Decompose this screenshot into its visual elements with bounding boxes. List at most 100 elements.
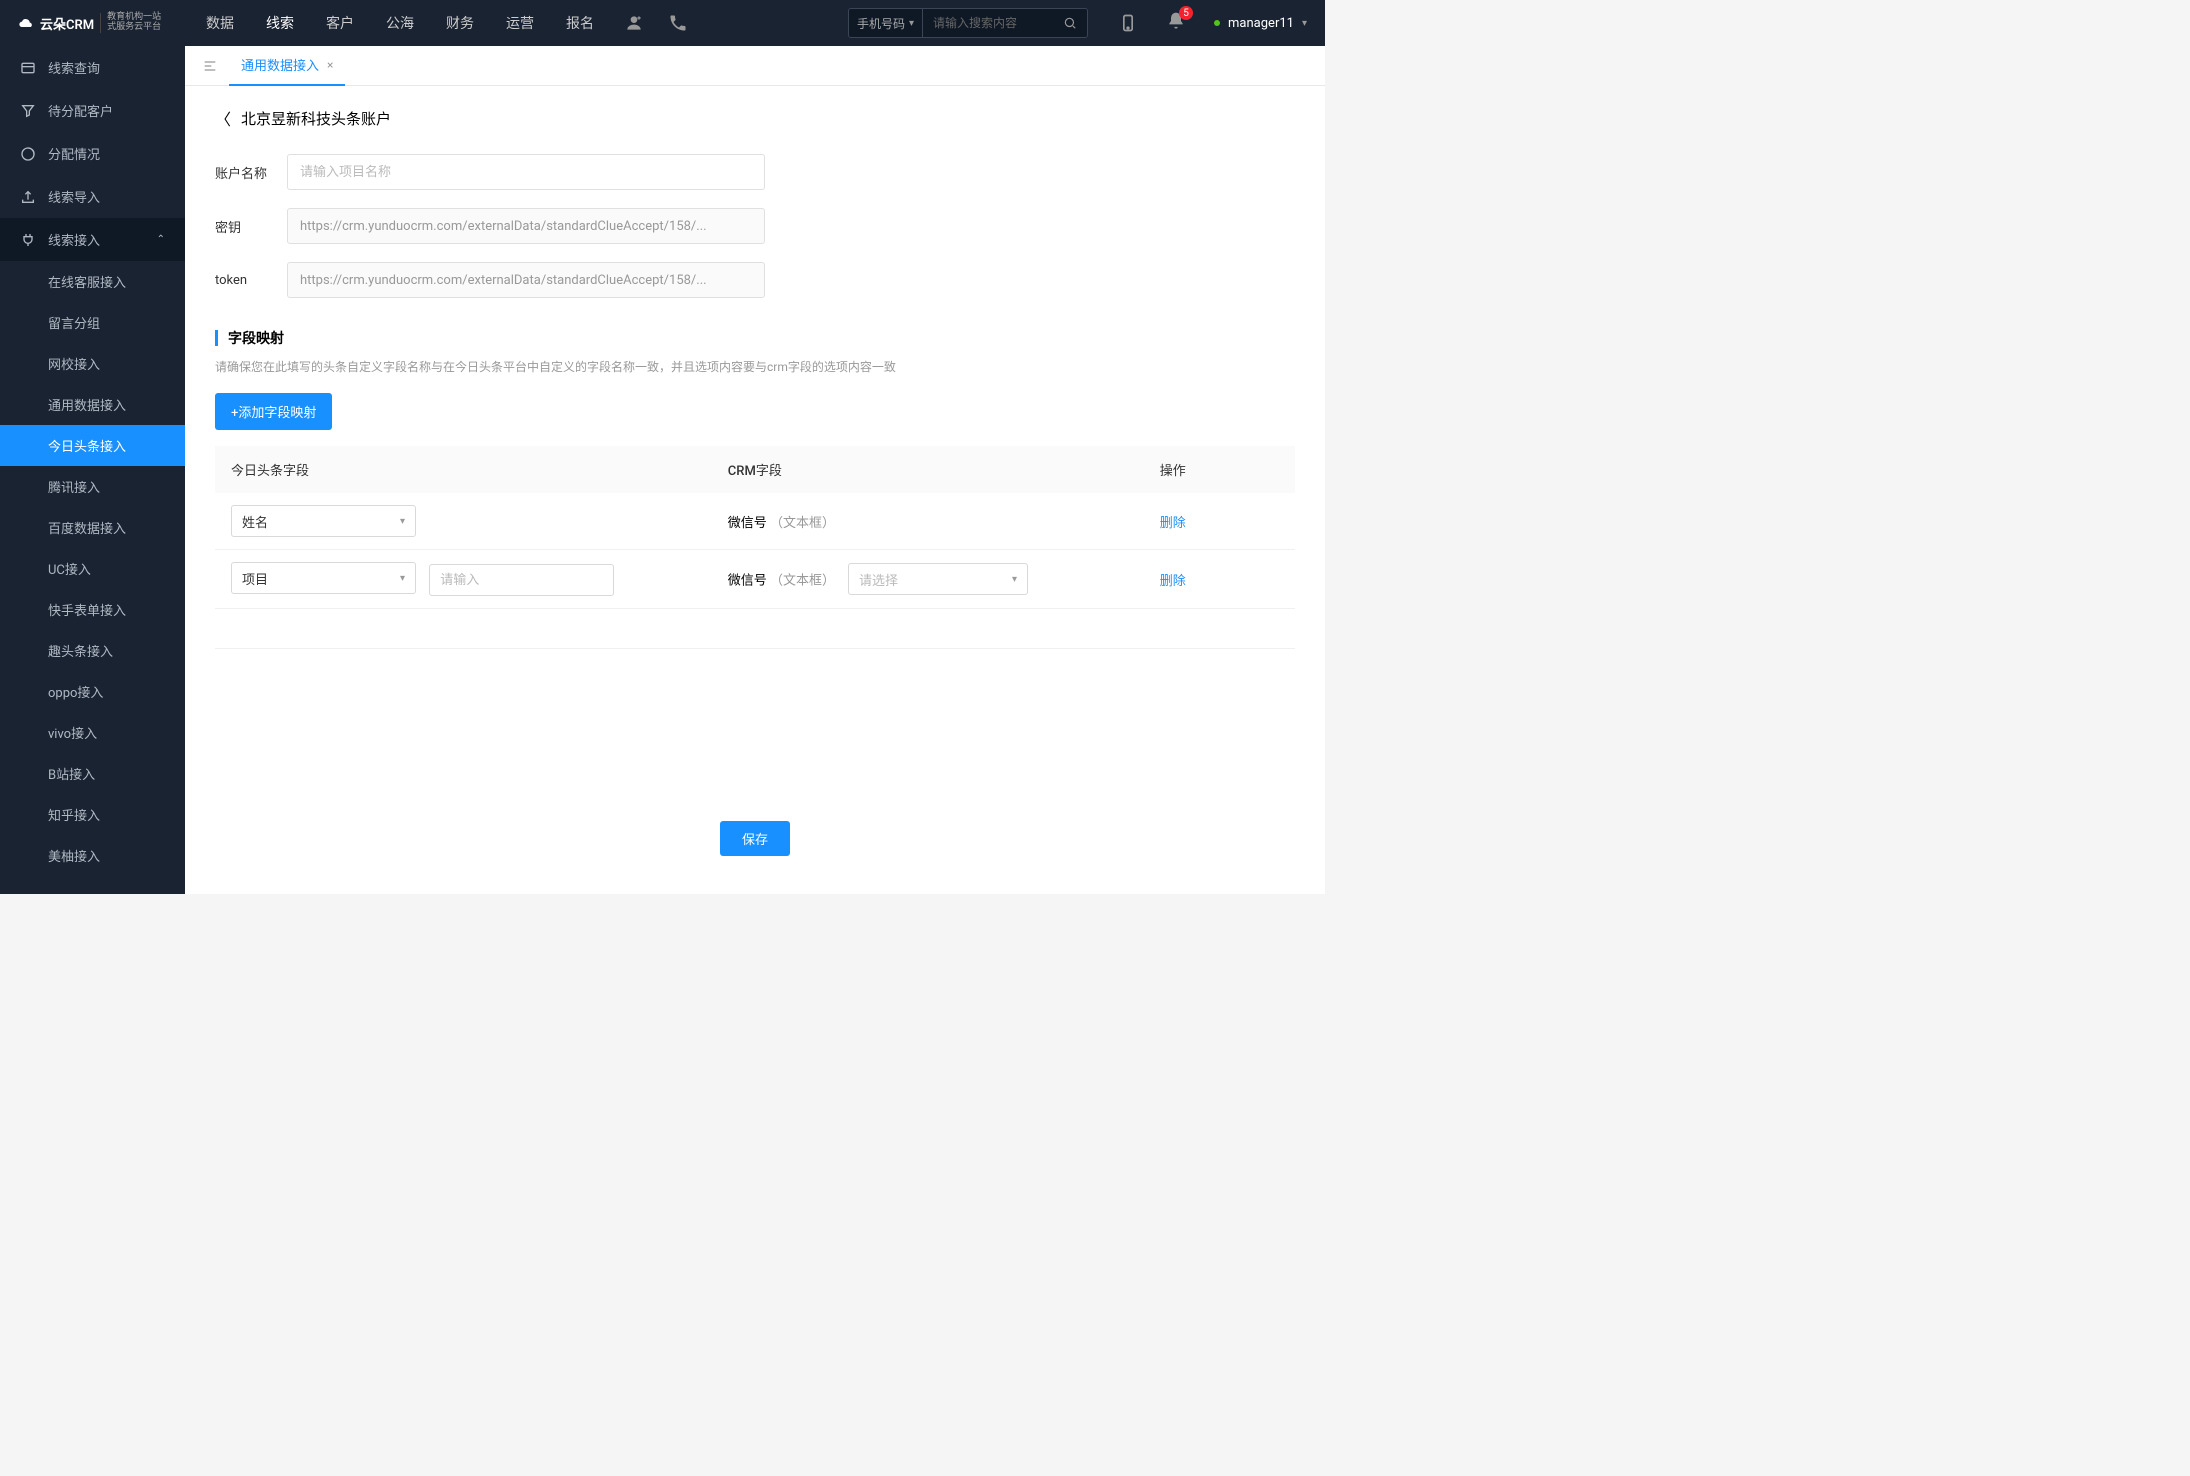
card-icon	[20, 60, 36, 76]
nav-enroll[interactable]: 报名	[566, 13, 594, 33]
tab-general-data[interactable]: 通用数据接入 ×	[229, 46, 345, 86]
search-button[interactable]	[1053, 9, 1087, 37]
export-icon	[20, 189, 36, 205]
crm-select-placeholder: 请选择	[859, 570, 898, 589]
secret-label: 密钥	[215, 217, 287, 236]
table-row: 项目 ▾ 微信号 （文本框） 请选择 ▾	[215, 550, 1295, 609]
chevron-down-icon: ▾	[909, 18, 914, 29]
username: manager11	[1228, 16, 1294, 31]
sidebar-sub-message[interactable]: 留言分组	[0, 302, 185, 343]
cloud-icon	[18, 15, 34, 31]
sidebar-item-distribution[interactable]: 分配情况	[0, 132, 185, 175]
section-title: 字段映射	[215, 328, 1295, 348]
save-button[interactable]: 保存	[720, 821, 790, 856]
crm-field-hint: （文本框）	[770, 574, 835, 589]
main: 通用数据接入 × 〈 北京昱新科技头条账户 账户名称 密钥 token	[185, 46, 1325, 894]
nav-data[interactable]: 数据	[206, 13, 234, 33]
logo: 云朵CRM 教育机构一站 式服务云平台	[18, 13, 186, 33]
search-type-select[interactable]: 手机号码 ▾	[849, 9, 923, 37]
col-crm: CRM字段	[712, 446, 1144, 493]
sidebar-sub-vivo[interactable]: vivo接入	[0, 712, 185, 753]
account-input[interactable]	[287, 154, 765, 190]
top-header: 云朵CRM 教育机构一站 式服务云平台 数据 线索 客户 公海 财务 运营 报名…	[0, 0, 1325, 46]
sidebar-sub-qutoutiao[interactable]: 趣头条接入	[0, 630, 185, 671]
notification-badge: 5	[1179, 6, 1193, 20]
notifications[interactable]: 5	[1166, 11, 1186, 35]
nav-finance[interactable]: 财务	[446, 13, 474, 33]
breadcrumb: 〈 北京昱新科技头条账户	[215, 106, 1295, 130]
search-area: 手机号码 ▾	[848, 8, 1088, 38]
table-row	[215, 609, 1295, 649]
search-input[interactable]	[923, 10, 1053, 36]
nav-pool[interactable]: 公海	[386, 13, 414, 33]
sidebar-item-pending[interactable]: 待分配客户	[0, 89, 185, 132]
logo-text: 云朵CRM	[40, 14, 94, 33]
status-dot-icon	[1214, 20, 1220, 26]
sidebar-sub-general[interactable]: 通用数据接入	[0, 384, 185, 425]
form-row-secret: 密钥	[215, 208, 1295, 244]
field-select[interactable]: 项目 ▾	[231, 562, 416, 594]
sidebar-label: 待分配客户	[48, 101, 113, 120]
content: 〈 北京昱新科技头条账户 账户名称 密钥 token 字段映射 请确保您在此填写…	[185, 86, 1325, 894]
sidebar-sub-kuaishou[interactable]: 快手表单接入	[0, 589, 185, 630]
chevron-down-icon: ▾	[1012, 574, 1017, 585]
delete-link[interactable]: 删除	[1160, 574, 1186, 589]
close-icon[interactable]: ×	[327, 58, 333, 72]
sidebar-sub-zhihu[interactable]: 知乎接入	[0, 794, 185, 835]
filter-icon	[20, 103, 36, 119]
user-plus-icon[interactable]	[624, 13, 644, 33]
sidebar: 线索查询 待分配客户 分配情况 线索导入 线索接入 ⌃ 在线客服接入 留言分组 …	[0, 46, 185, 894]
sidebar-sub-online[interactable]: 在线客服接入	[0, 261, 185, 302]
form-row-token: token	[215, 262, 1295, 298]
crm-field-label: 微信号	[728, 516, 767, 531]
search-type-label: 手机号码	[857, 15, 905, 32]
sidebar-sub-toutiao[interactable]: 今日头条接入	[0, 425, 185, 466]
crm-select[interactable]: 请选择 ▾	[848, 563, 1028, 595]
phone-icon[interactable]	[668, 13, 688, 33]
table-row: 姓名 ▾ 微信号 （文本框） 删除	[215, 493, 1295, 550]
sidebar-sub-baidu[interactable]: 百度数据接入	[0, 507, 185, 548]
form-row-account: 账户名称	[215, 154, 1295, 190]
section-bar-icon	[215, 330, 218, 346]
sidebar-item-import[interactable]: 线索导入	[0, 175, 185, 218]
logo-sub2: 式服务云平台	[107, 23, 161, 33]
nav-customer[interactable]: 客户	[326, 13, 354, 33]
sidebar-sub-oppo[interactable]: oppo接入	[0, 671, 185, 712]
sidebar-sub-uc[interactable]: UC接入	[0, 548, 185, 589]
chevron-down-icon: ▾	[400, 516, 405, 527]
add-mapping-button[interactable]: +添加字段映射	[215, 393, 332, 430]
account-label: 账户名称	[215, 163, 287, 182]
extra-input[interactable]	[429, 564, 614, 596]
sidebar-item-access[interactable]: 线索接入 ⌃	[0, 218, 185, 261]
nav-menu: 数据 线索 客户 公海 财务 运营 报名	[206, 13, 594, 33]
mobile-icon[interactable]	[1118, 13, 1138, 33]
menu-icon	[202, 58, 218, 74]
chevron-up-icon: ⌃	[157, 234, 165, 245]
nav-clue[interactable]: 线索	[266, 13, 294, 33]
field-select-value: 姓名	[242, 512, 268, 531]
plug-icon	[20, 232, 36, 248]
field-select-value: 项目	[242, 569, 268, 588]
token-input[interactable]	[287, 262, 765, 298]
sidebar-label: 分配情况	[48, 144, 100, 163]
sidebar-sub-bilibili[interactable]: B站接入	[0, 753, 185, 794]
nav-icons	[624, 13, 688, 33]
sidebar-sub-tencent[interactable]: 腾讯接入	[0, 466, 185, 507]
table-header-row: 今日头条字段 CRM字段 操作	[215, 446, 1295, 493]
mapping-table: 今日头条字段 CRM字段 操作 姓名 ▾	[215, 446, 1295, 649]
col-action: 操作	[1144, 446, 1295, 493]
sidebar-item-query[interactable]: 线索查询	[0, 46, 185, 89]
nav-operate[interactable]: 运营	[506, 13, 534, 33]
sidebar-sub-meiyou[interactable]: 美柚接入	[0, 835, 185, 876]
delete-link[interactable]: 删除	[1160, 516, 1186, 531]
sidebar-label: 线索接入	[48, 230, 100, 249]
header-right: 5 manager11 ▾	[1118, 11, 1307, 35]
back-arrow-icon[interactable]: 〈	[215, 106, 231, 130]
field-select[interactable]: 姓名 ▾	[231, 505, 416, 537]
secret-input[interactable]	[287, 208, 765, 244]
user-menu[interactable]: manager11 ▾	[1214, 16, 1307, 31]
sidebar-label: 线索导入	[48, 187, 100, 206]
sidebar-sub-school[interactable]: 网校接入	[0, 343, 185, 384]
tab-label: 通用数据接入	[241, 55, 319, 74]
collapse-sidebar-button[interactable]	[195, 51, 225, 81]
